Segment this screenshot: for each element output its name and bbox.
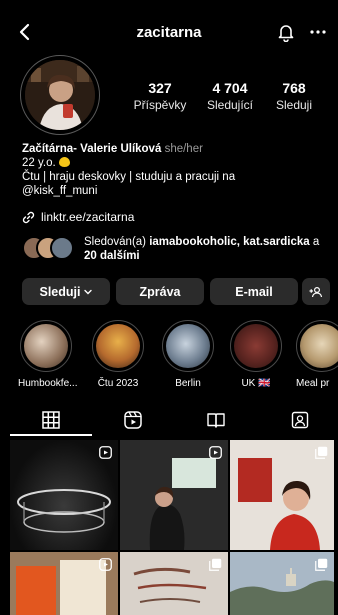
avatar bbox=[50, 236, 74, 260]
posts-grid bbox=[10, 440, 334, 615]
tagged-icon bbox=[291, 411, 309, 429]
highlight-cover bbox=[234, 324, 278, 368]
multiple-posts-icon bbox=[315, 446, 328, 459]
highlight-cover bbox=[166, 324, 210, 368]
followed-by[interactable]: Sledován(a) iamabookoholic, kat.sardicka… bbox=[22, 234, 332, 264]
highlight-uk[interactable]: UK 🇬🇧 bbox=[228, 320, 284, 389]
mutual-follower-avatars bbox=[22, 236, 78, 262]
post-thumbnail[interactable] bbox=[120, 552, 228, 615]
message-button[interactable]: Zpráva bbox=[116, 278, 204, 305]
notifications-button[interactable] bbox=[274, 20, 298, 44]
highlight-ctu-2023[interactable]: Čtu 2023 bbox=[90, 320, 146, 389]
post-thumbnail[interactable] bbox=[10, 552, 118, 615]
following-button[interactable]: Sleduji bbox=[22, 278, 110, 305]
guide-icon bbox=[207, 413, 225, 428]
profile-bio: Začítárna- Valerie Ulíková she/her 22 y.… bbox=[22, 142, 328, 198]
highlight-humbookfest[interactable]: Humbookfe... bbox=[18, 320, 78, 389]
profile-display-name: Začítárna- Valerie Ulíková bbox=[22, 143, 162, 155]
link-icon bbox=[22, 211, 35, 223]
tab-guides[interactable] bbox=[186, 404, 246, 436]
stat-followers-value: 4 704 bbox=[212, 80, 248, 96]
following-button-label: Sleduji bbox=[39, 284, 81, 299]
profile-external-link[interactable]: linktr.ee/zacitarna bbox=[22, 210, 134, 224]
message-button-label: Zpráva bbox=[139, 284, 181, 299]
chevron-down-icon bbox=[84, 289, 93, 294]
add-person-icon bbox=[309, 286, 323, 297]
stat-posts[interactable]: 327 Příspěvky bbox=[130, 80, 190, 112]
stat-following-label: Sleduji bbox=[275, 98, 313, 112]
tab-posts[interactable] bbox=[21, 404, 81, 436]
profile-avatar[interactable] bbox=[20, 55, 100, 135]
bio-line-age: 22 y.o. bbox=[22, 157, 56, 169]
external-link-text: linktr.ee/zacitarna bbox=[41, 210, 135, 224]
reel-badge-icon bbox=[99, 446, 112, 459]
reels-icon bbox=[124, 411, 142, 429]
highlight-berlin[interactable]: Berlin bbox=[160, 320, 216, 389]
post-thumbnail[interactable] bbox=[10, 440, 118, 550]
stat-following-value: 768 bbox=[282, 80, 306, 96]
avatar-photo bbox=[25, 60, 95, 130]
bell-icon bbox=[278, 25, 294, 42]
followed-by-text: Sledován(a) iamabookoholic, kat.sardicka… bbox=[84, 235, 319, 263]
suggested-people-button[interactable] bbox=[302, 278, 330, 305]
stat-followers-label: Sledující bbox=[206, 98, 254, 112]
bio-mention-link[interactable]: @kisk_ff_muni bbox=[22, 184, 328, 198]
more-options-button[interactable] bbox=[306, 20, 330, 44]
reel-badge-icon bbox=[209, 446, 222, 459]
highlight-label: Meal pr bbox=[296, 378, 330, 389]
highlight-label: Humbookfe... bbox=[18, 378, 78, 389]
tab-tagged[interactable] bbox=[270, 404, 330, 436]
yellow-heart-icon bbox=[58, 157, 70, 167]
stat-following[interactable]: 768 Sleduji bbox=[266, 80, 322, 112]
grid-icon bbox=[42, 411, 60, 429]
highlight-cover bbox=[24, 324, 68, 368]
highlight-cover bbox=[96, 324, 140, 368]
highlight-cover bbox=[300, 324, 338, 368]
stat-followers[interactable]: 4 704 Sledující bbox=[200, 80, 260, 112]
top-bar: zacitarna bbox=[0, 0, 338, 60]
bio-line-interests: Čtu | hraju deskovky | studuju a pracuji… bbox=[22, 171, 236, 183]
post-thumbnail[interactable] bbox=[120, 440, 228, 550]
active-tab-indicator bbox=[10, 434, 92, 436]
reel-badge-icon bbox=[99, 558, 112, 571]
highlight-label: UK 🇬🇧 bbox=[241, 378, 271, 389]
email-button[interactable]: E-mail bbox=[210, 278, 298, 305]
more-horizontal-icon bbox=[310, 30, 326, 34]
highlight-meal-prep[interactable]: Meal pr bbox=[296, 320, 338, 389]
followed-by-others: 20 dalšími bbox=[84, 250, 140, 262]
tab-reels[interactable] bbox=[103, 404, 163, 436]
followed-by-names: iamabookoholic, kat.sardicka bbox=[149, 236, 310, 248]
chevron-left-icon bbox=[19, 23, 30, 41]
post-thumbnail[interactable] bbox=[230, 440, 334, 550]
multiple-posts-icon bbox=[315, 558, 328, 571]
profile-tabs bbox=[0, 404, 338, 436]
followed-by-conjunction: a bbox=[312, 236, 320, 248]
highlight-label: Čtu 2023 bbox=[97, 378, 139, 389]
post-thumbnail[interactable] bbox=[230, 552, 334, 615]
stat-posts-label: Příspěvky bbox=[133, 98, 187, 112]
stat-posts-value: 327 bbox=[148, 80, 172, 96]
profile-pronouns: she/her bbox=[164, 143, 203, 155]
back-button[interactable] bbox=[12, 20, 36, 44]
email-button-label: E-mail bbox=[235, 284, 273, 299]
highlight-label: Berlin bbox=[175, 378, 201, 389]
followed-by-prefix: Sledován(a) bbox=[84, 236, 147, 248]
multiple-posts-icon bbox=[209, 558, 222, 571]
